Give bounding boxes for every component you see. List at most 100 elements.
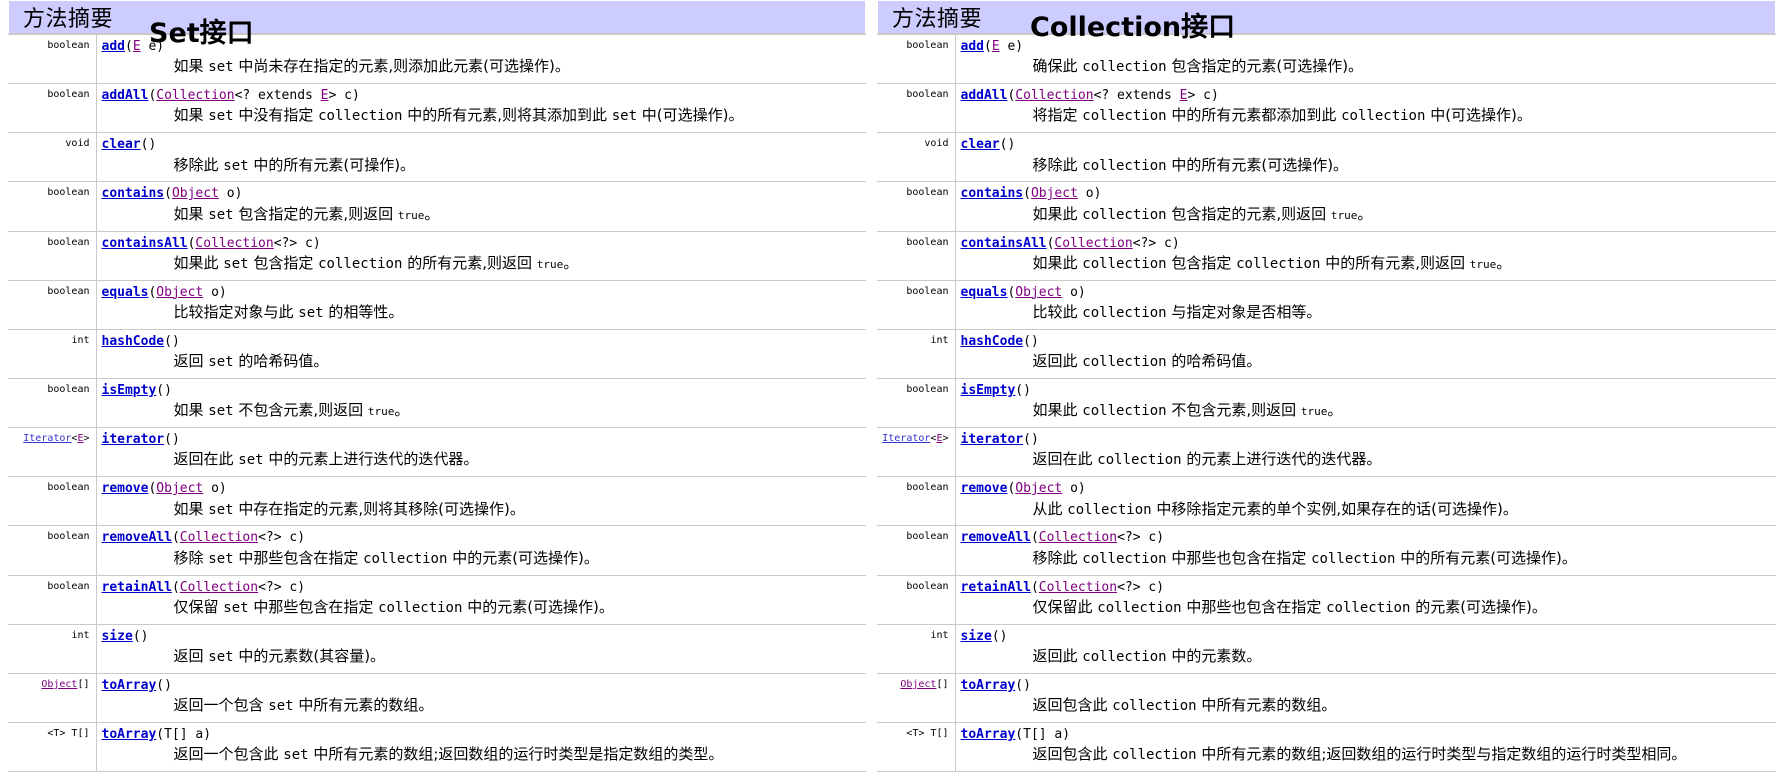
return-type-text: boolean bbox=[47, 89, 89, 100]
return-type-cell: <T> T[] bbox=[8, 722, 96, 771]
method-row: booleanisEmpty()如果 set 不包含元素,则返回 true。 bbox=[8, 378, 866, 427]
param-type-link[interactable]: Collection bbox=[156, 88, 234, 103]
method-name-link[interactable]: add bbox=[961, 39, 984, 54]
method-name-link[interactable]: iterator bbox=[961, 432, 1024, 447]
method-row: boolean remove(Object o)从此 collection 中移除… bbox=[877, 477, 1776, 526]
description-text: 移除此 bbox=[174, 156, 224, 174]
signature-text: <? extends bbox=[1094, 88, 1180, 103]
method-name-link[interactable]: contains bbox=[961, 186, 1024, 201]
method-name-link[interactable]: addAll bbox=[961, 88, 1008, 103]
description-text: 的相等性。 bbox=[324, 303, 404, 321]
param-type-link[interactable]: Object bbox=[172, 186, 219, 201]
return-type-text: > bbox=[942, 433, 948, 444]
param-type-link[interactable]: Collection bbox=[1054, 236, 1132, 251]
description-text: 中的元素(可选操作)。 bbox=[462, 598, 613, 616]
method-name-link[interactable]: toArray bbox=[961, 727, 1016, 742]
code-term: set bbox=[208, 649, 233, 665]
method-name-link[interactable]: toArray bbox=[961, 678, 1016, 693]
param-type-link[interactable]: Object bbox=[1015, 285, 1062, 300]
method-detail-cell: toArray(T[] a)返回一个包含此 set 中所有元素的数组;返回数组的… bbox=[96, 722, 866, 771]
method-description: 如果 set 中尚未存在指定的元素,则添加此元素(可选操作)。 bbox=[102, 55, 867, 77]
method-name-link[interactable]: remove bbox=[102, 481, 149, 496]
method-signature: removeAll(Collection<?> c) bbox=[961, 530, 1776, 546]
method-name-link[interactable]: remove bbox=[961, 481, 1008, 496]
param-type-link[interactable]: Collection bbox=[1039, 530, 1117, 545]
description-text: 中没有指定 bbox=[234, 106, 319, 124]
method-row: boolean addAll(Collection<? extends E> c)… bbox=[8, 84, 866, 133]
method-name-link[interactable]: clear bbox=[102, 137, 141, 152]
method-name-link[interactable]: hashCode bbox=[961, 334, 1024, 349]
param-type-link[interactable]: Collection bbox=[1015, 88, 1093, 103]
method-name-link[interactable]: toArray bbox=[102, 727, 157, 742]
method-name-link[interactable]: isEmpty bbox=[102, 383, 157, 398]
method-name-link[interactable]: removeAll bbox=[102, 530, 172, 545]
return-type-cell: boolean bbox=[877, 378, 955, 427]
method-name-link[interactable]: isEmpty bbox=[961, 383, 1016, 398]
param-type-link[interactable]: Collection bbox=[1039, 580, 1117, 595]
param-type-link[interactable]: Collection bbox=[180, 580, 258, 595]
param-type-link[interactable]: Object bbox=[156, 285, 203, 300]
return-type-link[interactable]: Iterator bbox=[882, 433, 930, 444]
signature-text: ( bbox=[125, 39, 133, 54]
signature-text: o) bbox=[1078, 186, 1101, 201]
param-type-link[interactable]: E bbox=[321, 88, 329, 103]
method-signature: addAll(Collection<? extends E> c) bbox=[102, 88, 867, 104]
description-text: 包含指定的元素,则返回 bbox=[234, 205, 398, 223]
code-term: collection bbox=[1326, 600, 1410, 616]
return-type-link[interactable]: Iterator bbox=[23, 433, 71, 444]
method-description: 移除 set 中那些包含在指定 collection 中的元素(可选操作)。 bbox=[102, 547, 867, 569]
description-text: 仅保留 bbox=[174, 598, 224, 616]
return-type-link[interactable]: Object bbox=[900, 679, 936, 690]
description-text: 。 bbox=[1496, 254, 1511, 272]
param-type-link[interactable]: Object bbox=[156, 481, 203, 496]
method-name-link[interactable]: containsAll bbox=[102, 236, 188, 251]
method-name-link[interactable]: iterator bbox=[102, 432, 165, 447]
param-type-link[interactable]: Collection bbox=[195, 236, 273, 251]
description-text: 中(可选操作)。 bbox=[1425, 106, 1531, 124]
method-name-link[interactable]: clear bbox=[961, 137, 1000, 152]
param-type-link[interactable]: E bbox=[133, 39, 141, 54]
param-type-link[interactable]: E bbox=[992, 39, 1000, 54]
method-detail-cell: iterator()返回在此 collection 的元素上进行迭代的迭代器。 bbox=[955, 428, 1776, 477]
method-row: booleanremove(Object o)如果 set 中存在指定的元素,则… bbox=[8, 477, 866, 526]
signature-text: ( bbox=[172, 530, 180, 545]
method-name-link[interactable]: containsAll bbox=[961, 236, 1047, 251]
return-type-link[interactable]: Object bbox=[41, 679, 77, 690]
method-row: booleanisEmpty()如果此 collection 不包含元素,则返回… bbox=[877, 378, 1776, 427]
method-name-link[interactable]: size bbox=[102, 629, 133, 644]
return-type-text: boolean bbox=[906, 482, 948, 493]
method-name-link[interactable]: add bbox=[102, 39, 125, 54]
method-name-link[interactable]: retainAll bbox=[961, 580, 1031, 595]
signature-text: o) bbox=[219, 186, 242, 201]
method-name-link[interactable]: equals bbox=[102, 285, 149, 300]
method-detail-cell: remove(Object o)从此 collection 中移除指定元素的单个… bbox=[955, 477, 1776, 526]
param-type-link[interactable]: E bbox=[1180, 88, 1188, 103]
method-name-link[interactable]: size bbox=[961, 629, 992, 644]
code-term: collection bbox=[1082, 207, 1166, 223]
method-name-link[interactable]: equals bbox=[961, 285, 1008, 300]
code-term: collection bbox=[1082, 305, 1166, 321]
method-row: voidclear()移除此 set 中的所有元素(可操作)。 bbox=[8, 133, 866, 182]
code-term: collection bbox=[1112, 747, 1196, 763]
code-term: collection bbox=[318, 256, 402, 272]
return-type-cell: boolean bbox=[8, 231, 96, 280]
method-detail-cell: containsAll(Collection<?> c)如果此 set 包含指定… bbox=[96, 231, 866, 280]
description-text: 移除 bbox=[174, 549, 209, 567]
description-text: 包含指定的元素(可选操作)。 bbox=[1167, 57, 1363, 75]
method-row: Iterator<E>iterator()返回在此 set 中的元素上进行迭代的… bbox=[8, 428, 866, 477]
signature-text: () bbox=[1015, 383, 1031, 398]
method-name-link[interactable]: contains bbox=[102, 186, 165, 201]
param-type-link[interactable]: Object bbox=[1015, 481, 1062, 496]
method-name-link[interactable]: retainAll bbox=[102, 580, 172, 595]
code-term: collection bbox=[1311, 551, 1395, 567]
method-name-link[interactable]: hashCode bbox=[102, 334, 165, 349]
method-name-link[interactable]: removeAll bbox=[961, 530, 1031, 545]
signature-text: (T[] a) bbox=[1015, 727, 1070, 742]
method-description: 返回包含此 collection 中所有元素的数组;返回数组的运行时类型与指定数… bbox=[961, 743, 1776, 765]
method-name-link[interactable]: toArray bbox=[102, 678, 157, 693]
method-detail-cell: contains(Object o)如果此 collection 包含指定的元素… bbox=[955, 182, 1776, 231]
param-type-link[interactable]: Collection bbox=[180, 530, 258, 545]
param-type-link[interactable]: Object bbox=[1031, 186, 1078, 201]
method-name-link[interactable]: addAll bbox=[102, 88, 149, 103]
description-text: 返回包含此 bbox=[1033, 696, 1113, 714]
